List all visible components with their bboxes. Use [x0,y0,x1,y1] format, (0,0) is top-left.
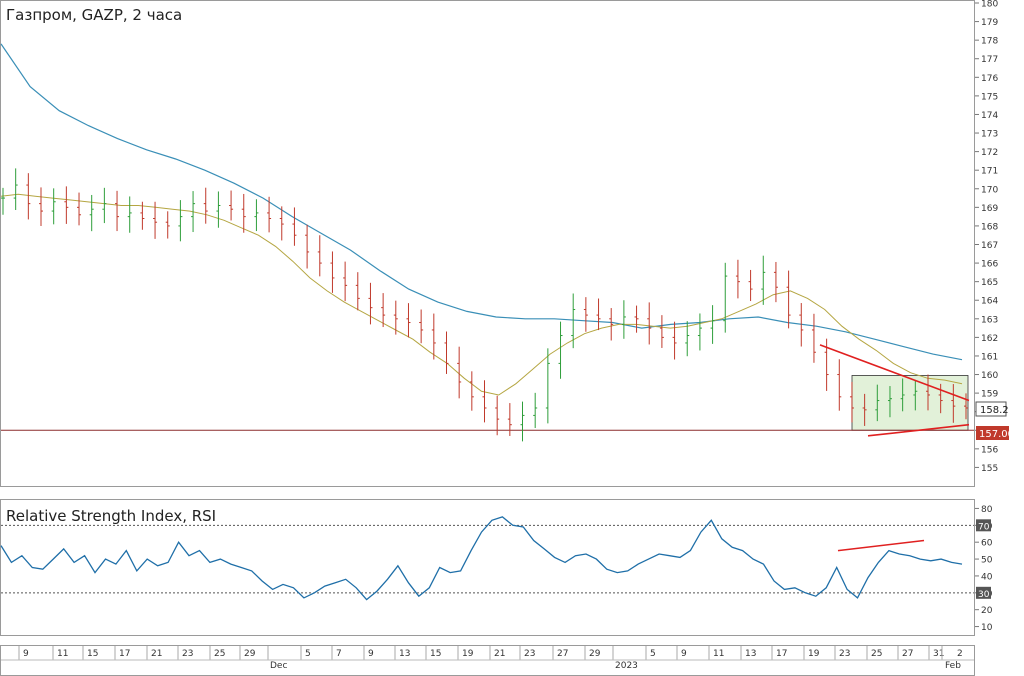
price-y-tick-label: 165 [981,278,998,288]
x-tick-label: 29 [589,649,601,659]
price-y-tick-label: 180 [981,0,998,10]
x-tick-label: 19 [808,649,820,659]
price-y-tick-label: 178 [981,37,998,47]
price-y-tick-label: 175 [981,92,998,102]
price-y-tick-label: 167 [981,241,998,251]
price-y-tick-label: 169 [981,204,998,214]
x-tick-label: 11 [713,649,724,659]
price-y-tick-label: 171 [981,167,998,177]
x-tick-label: 21 [151,649,162,659]
x-tick-label: 17 [119,649,130,659]
x-tick-label: 17 [776,649,787,659]
rsi-y-tick-label: 50 [981,556,993,566]
x-tick-label: 29 [244,649,256,659]
rsi-y-tick-label: 20 [981,606,993,616]
consolidation-rect [851,375,969,431]
rsi-level-label: 30 [978,590,990,600]
x-tick-label: 25 [214,649,225,659]
x-tick-label: 31 [933,649,944,659]
x-tick-label: 21 [494,649,505,659]
price-y-tick-label: 160 [981,371,998,381]
x-tick-label: Dec [270,661,287,671]
x-tick-label: 27 [557,649,568,659]
price-y-tick-label: 173 [981,130,998,140]
price-y-tick-label: 164 [981,297,998,307]
price-y-tick-label: 172 [981,148,998,158]
rsi-y-tick-label: 10 [981,623,993,633]
x-tick-label: 9 [681,649,687,659]
x-tick-label: 2 [957,649,963,659]
level-marker: 157.00 [976,426,1014,440]
x-tick-label: 13 [399,649,410,659]
price-y-tick-label: 155 [981,464,998,474]
price-y-tick-label: 162 [981,334,998,344]
x-tick-label: 5 [305,649,311,659]
price-y-tick-label: 174 [981,111,998,121]
x-tick-label: 15 [87,649,98,659]
x-tick-label: 15 [430,649,441,659]
rsi-y-tick-label: 80 [981,505,993,515]
x-tick-label: 7 [336,649,342,659]
rsi-y-tick-label: 60 [981,539,993,549]
price-y-tick-label: 177 [981,55,998,65]
price-marker-label: 158.2 [980,405,1009,416]
rsi-y-tick-label: 40 [981,572,993,582]
x-tick-label: 2023 [615,661,638,671]
x-tick-label: 27 [902,649,913,659]
x-tick-label: 23 [839,649,850,659]
price-y-tick-label: 168 [981,222,998,232]
x-tick-label: 25 [871,649,882,659]
price-chart-title: Газпром, GAZP, 2 часа [6,6,182,24]
x-tick-label: 11 [57,649,68,659]
price-panel [0,0,975,487]
x-tick-label: 19 [462,649,474,659]
price-y-tick-label: 163 [981,315,998,325]
price-y-tick-label: 176 [981,74,998,84]
price-marker: 158.2 [975,401,1009,417]
price-y-tick-label: 161 [981,352,998,362]
x-tick-label: 9 [368,649,374,659]
price-y-tick-label: 179 [981,18,998,28]
consolidation-box [851,375,969,431]
price-y-tick-label: 159 [981,390,998,400]
price-y-tick-label: 170 [981,185,998,195]
level-marker-label: 157.00 [979,429,1014,440]
x-tick-label: 5 [650,649,656,659]
x-tick-label: Feb [945,661,961,671]
x-tick-label: 23 [524,649,535,659]
x-tick-label: 13 [745,649,756,659]
x-tick-label: 23 [182,649,193,659]
chart-area: 1551561571581591601611621631641651661671… [0,0,1014,676]
price-y-tick-label: 156 [981,445,998,455]
price-y-tick-label: 166 [981,260,998,270]
rsi-chart-title: Relative Strength Index, RSI [6,507,216,525]
x-tick-label: 9 [23,649,29,659]
rsi-level-label: 70 [978,522,990,532]
